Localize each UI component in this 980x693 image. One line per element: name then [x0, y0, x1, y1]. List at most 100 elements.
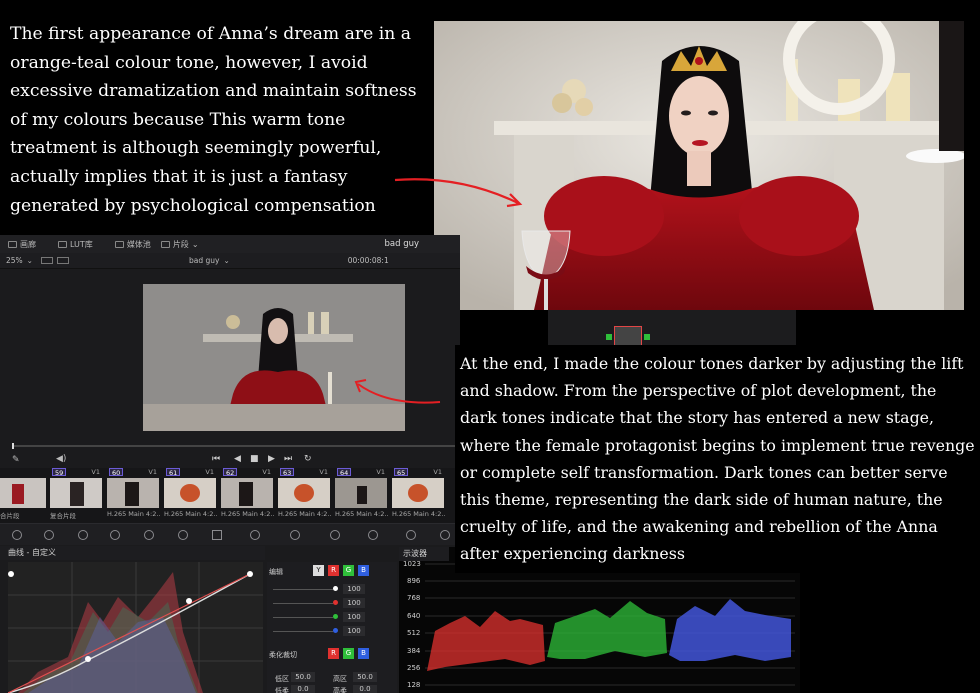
chevron-down-icon: ⌄: [26, 256, 33, 265]
speaker-icon[interactable]: ◀): [56, 454, 66, 464]
paragraph-bottom: At the end, I made the colour tones dark…: [460, 354, 975, 564]
clips-icon: [160, 240, 170, 248]
eyedropper-icon[interactable]: ✎: [12, 455, 20, 465]
tab-clips[interactable]: 片段 ⌄: [160, 239, 199, 250]
tab-label: LUT库: [70, 239, 93, 249]
tool-icon[interactable]: [330, 530, 340, 540]
arrow-to-photo: [394, 178, 523, 208]
tool-icon[interactable]: [144, 530, 154, 540]
clip-strip: 合片段 59 V1 复合片段 60 V1 H.265 Main 4:2... 6…: [0, 468, 460, 523]
soft-clip-g-button[interactable]: G: [343, 648, 354, 659]
curves-graph[interactable]: [7, 562, 263, 693]
soft-clip-b-button[interactable]: B: [358, 648, 369, 659]
tab-label: 片段: [172, 239, 189, 249]
track-label: V1: [205, 468, 214, 476]
tab-lut[interactable]: LUT库: [58, 239, 93, 250]
channel-b-button[interactable]: B: [358, 565, 369, 576]
color-tools-row: [0, 523, 460, 545]
clip-number-badge: 62: [223, 468, 238, 477]
film-still-image: [434, 21, 964, 310]
step-back-icon[interactable]: ◀: [234, 454, 241, 464]
viewer-toolbar: 25% ⌄ bad guy ⌄ 00:00:08:1: [0, 253, 460, 269]
track-label: V1: [148, 468, 157, 476]
tool-icon[interactable]: [368, 530, 378, 540]
tool-icon[interactable]: [12, 530, 22, 540]
green-value[interactable]: 100: [343, 612, 365, 622]
high-label: 高区: [333, 675, 347, 683]
low-value[interactable]: 50.0: [291, 672, 315, 682]
track-label: V1: [376, 468, 385, 476]
loop-icon[interactable]: ↻: [304, 454, 312, 464]
play-icon[interactable]: ▶: [268, 454, 275, 464]
tool-icon[interactable]: [250, 530, 260, 540]
clip-number-badge: 63: [280, 468, 295, 477]
luma-value[interactable]: 100: [343, 584, 365, 594]
stop-icon[interactable]: ■: [250, 454, 259, 464]
lut-icon: [58, 240, 67, 248]
tab-gallery[interactable]: 画廊: [8, 239, 36, 250]
layout-icon[interactable]: [56, 257, 69, 264]
arrow-to-viewer: [354, 379, 441, 404]
tool-icon[interactable]: [290, 530, 300, 540]
chevron-down-icon: ⌄: [191, 239, 199, 249]
clip-label: H.265 Main 4:2...: [392, 510, 446, 518]
scope-tick: 768: [407, 594, 421, 602]
curves-icon[interactable]: [212, 530, 222, 540]
clip-number-badge: 60: [109, 468, 124, 477]
channel-g-button[interactable]: G: [343, 565, 354, 576]
layout-icon[interactable]: [40, 257, 53, 264]
scope-tick: 384: [407, 647, 421, 655]
film-still-photo: [434, 21, 964, 310]
track-label: V1: [319, 468, 328, 476]
clip-label: H.265 Main 4:2...: [164, 510, 218, 518]
tool-icon[interactable]: [178, 530, 188, 540]
soft-clip-label: 柔化裁切: [269, 651, 297, 659]
scope-tick: 512: [407, 629, 421, 637]
scope-tick: 256: [407, 664, 421, 672]
clip-thumbnail[interactable]: 65 V1 H.265 Main 4:2...: [390, 468, 446, 523]
curves-edit-panel: 编辑 Y R G B 100 100 100 100 柔化裁切 R G B 低区…: [267, 562, 397, 693]
tab-media-pool[interactable]: 媒体池: [114, 239, 151, 250]
blue-value[interactable]: 100: [343, 626, 365, 636]
scope-tick: 1023: [403, 560, 421, 568]
timeline-name[interactable]: bad guy: [189, 256, 219, 265]
clip-thumbnail[interactable]: 60 V1 H.265 Main 4:2...: [105, 468, 161, 523]
tool-icon[interactable]: [110, 530, 120, 540]
project-title: bad guy: [384, 239, 420, 249]
low-soft-value[interactable]: 0.0: [291, 685, 315, 693]
media-pool-icon: [114, 240, 124, 248]
clip-thumbnail[interactable]: 59 V1 复合片段: [48, 468, 104, 523]
tool-icon[interactable]: [44, 530, 54, 540]
tab-label: 媒体池: [126, 239, 151, 249]
curves-canvas: [7, 562, 263, 693]
soft-clip-r-button[interactable]: R: [328, 648, 339, 659]
high-value[interactable]: 50.0: [353, 672, 377, 682]
tab-label: 画廊: [20, 239, 36, 249]
clip-label: 复合片段: [50, 512, 76, 520]
channel-r-button[interactable]: R: [328, 565, 339, 576]
node-graph-panel[interactable]: [548, 310, 796, 350]
clip-thumbnail[interactable]: 61 V1 H.265 Main 4:2...: [162, 468, 218, 523]
clip-thumbnail[interactable]: 64 V1 H.265 Main 4:2...: [333, 468, 389, 523]
scope-title: 示波器: [399, 547, 449, 561]
tool-icon[interactable]: [78, 530, 88, 540]
chevron-down-icon: ⌄: [223, 256, 230, 265]
channel-y-button[interactable]: Y: [313, 565, 324, 576]
tool-icon[interactable]: [440, 530, 450, 540]
edit-label: 编辑: [269, 568, 283, 576]
zoom-select[interactable]: 25%: [6, 256, 23, 265]
tool-icon[interactable]: [406, 530, 416, 540]
clip-label: 合片段: [0, 512, 20, 520]
clip-label: H.265 Main 4:2...: [107, 510, 161, 518]
waveform-traces: [425, 563, 795, 686]
scope-tick: 640: [407, 612, 421, 620]
red-value[interactable]: 100: [343, 598, 365, 608]
high-soft-value[interactable]: 0.0: [353, 685, 377, 693]
clip-thumbnail[interactable]: 63 V1 H.265 Main 4:2...: [276, 468, 332, 523]
low-soft-label: 低柔: [275, 687, 289, 693]
first-frame-icon[interactable]: ⏮: [212, 454, 220, 464]
clip-thumbnail[interactable]: 62 V1 H.265 Main 4:2...: [219, 468, 275, 523]
track-label: V1: [433, 468, 442, 476]
clip-thumbnail[interactable]: 合片段: [0, 468, 48, 523]
last-frame-icon[interactable]: ⏭: [284, 454, 292, 464]
